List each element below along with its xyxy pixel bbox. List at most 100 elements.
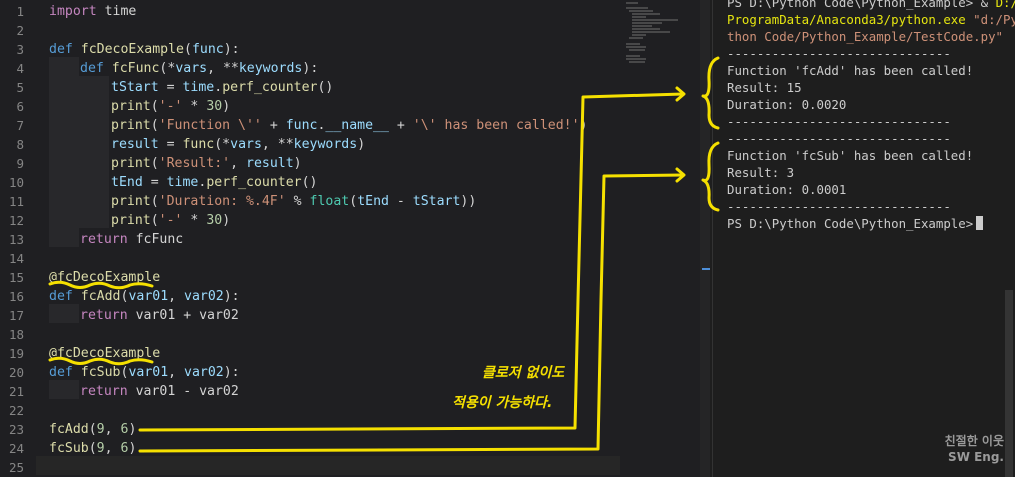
token: tEnd [357,194,389,209]
code-line-15: @fcDecoExample [49,268,160,287]
token: fcSub [80,365,121,380]
code-line-20: def fcSub(var01, var02): [49,363,240,382]
token: () [317,80,334,95]
token: fcSub [49,441,89,456]
token: ) [128,422,137,437]
token: float [309,194,350,209]
token: , ** [207,61,239,76]
code-line-1: import time [49,2,136,21]
code-line-12: print('-' * 30) [111,211,230,230]
token: var01 [128,365,169,380]
token: return [80,308,128,323]
code-line-19: @fcDecoExample [49,344,160,363]
code-editor[interactable]: 1 2 3 4 5 6 7 8 9 10 11 12 13 14 15 16 17 18 19 20 21 22 23 24 2… [0,0,710,477]
token: 30 [206,213,223,228]
token: return [80,384,128,399]
token: '\' has been called!' [412,118,580,133]
token: '-' [158,213,183,228]
code-line-10: tEnd = time.perf_counter() [111,173,317,192]
terminal-scrollbar[interactable] [1005,290,1013,477]
token: def [49,365,73,380]
line-number: 22 [8,403,24,418]
token: func [191,42,224,57]
line-number: 10 [8,175,24,190]
terminal-line: ------------------------------ [727,199,951,214]
terminal-line: PS D:\Python Code\Python_Example> & D:/ [727,0,1015,11]
token: ( [184,42,192,57]
editor-scrollbar[interactable] [700,0,710,477]
token: , ** [261,137,294,152]
terminal-line: Result: 3 [727,165,795,180]
terminal-text: PS D:\Python Code\Python_Example> [727,216,974,231]
code-line-21: return var01 - var02 [80,382,239,401]
token: vars [230,137,262,152]
token: (* [214,137,231,152]
token: ( [150,118,159,133]
token: @fcDecoExample [49,346,161,361]
token: ( [88,441,97,456]
token: )) [460,194,477,209]
token: func [182,137,215,152]
terminal-cursor [976,216,984,230]
token: time [166,175,199,190]
token: ( [150,194,159,209]
terminal-line: ------------------------------ [727,131,951,146]
line-number: 3 [16,42,24,57]
line-number: 25 [8,460,24,475]
token: 'Duration: %.4F' [158,194,286,209]
line-number: 15 [8,270,24,285]
token: result [111,137,159,152]
token: - [388,194,413,209]
terminal-line: thon Code/Python_Example/TestCode.py" [727,28,1003,45]
code-line-9: print('Result:', result) [111,154,302,173]
minimap-row [632,13,660,15]
indent-guide [49,57,79,247]
token: perf_counter [222,80,318,95]
token: var02 [184,365,224,380]
token: time [96,4,137,19]
token: return [80,232,128,247]
token: print [111,194,151,209]
token: , [168,365,185,380]
line-number: 5 [16,80,24,95]
line-number: 20 [8,365,24,380]
token: ( [150,213,159,228]
annotation-text-2: 적용이 가능하다. [452,395,553,411]
token: tStart [412,194,461,209]
line-number: 6 [16,99,24,114]
line-number: 18 [8,327,24,342]
token: vars [175,61,208,76]
token: tEnd [111,175,143,190]
line-number: 24 [8,441,24,456]
line-number: 1 [16,4,24,19]
token: ( [150,156,159,171]
token: , [230,156,247,171]
token: = [158,80,183,95]
token: keywords [238,61,303,76]
code-area[interactable]: import time def fcDecoExample(func): def… [49,0,649,477]
minimap-row [629,61,645,63]
terminal-prompt[interactable]: PS D:\Python Code\Python_Example> [727,215,984,232]
minimap-row [626,2,638,4]
terminal-text: PS D:\Python Code\Python_Example> & [727,0,996,10]
line-number: 21 [8,384,24,399]
token: 'Result:' [158,156,231,171]
token: ( [349,194,358,209]
minimap[interactable] [622,0,702,66]
token: + [261,118,286,133]
terminal-line: Duration: 0.0001 [727,182,847,197]
token: var01 + var02 [127,308,239,323]
terminal-text: thon Code/Python_Example/TestCode.py" [727,29,1004,44]
minimap-row [629,49,645,51]
code-line-5: tStart = time.perf_counter() [111,78,333,97]
line-number: 23 [8,422,24,437]
token: ( [150,99,159,114]
line-number: 12 [8,213,24,228]
line-number: 13 [8,232,24,247]
minimap-row [629,37,643,39]
token: var02 [184,289,224,304]
terminal-text: D:/ [995,0,1015,10]
minimap-row [626,43,640,45]
terminal-panel[interactable]: PS D:\Python Code\Python_Example> & D:/ … [712,0,1015,477]
token: func [285,118,318,133]
